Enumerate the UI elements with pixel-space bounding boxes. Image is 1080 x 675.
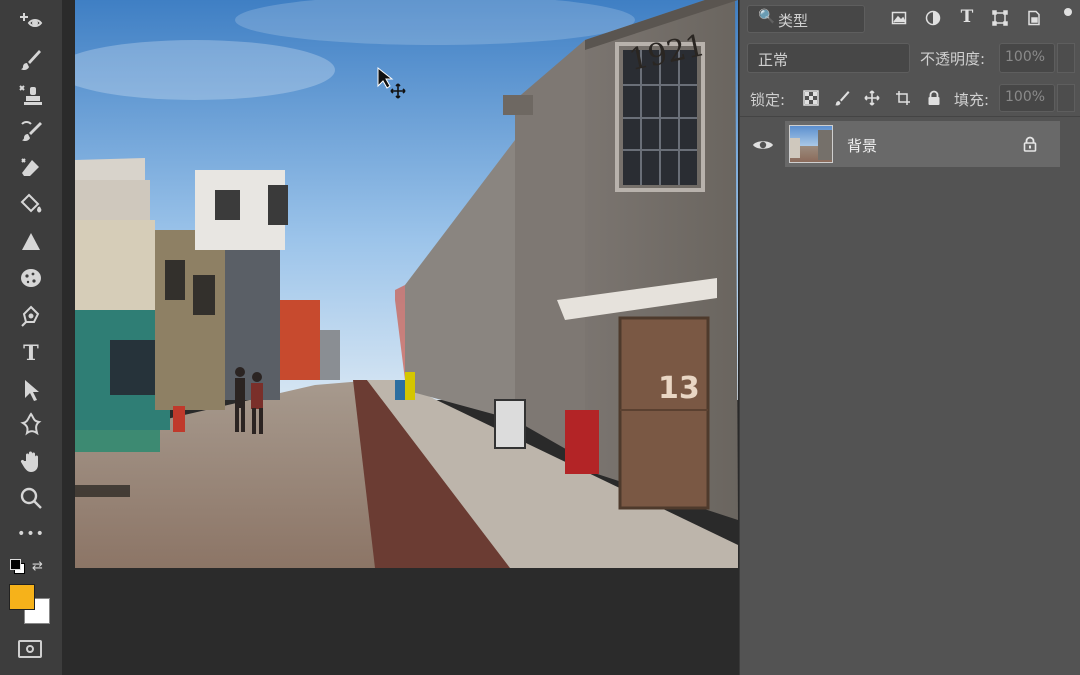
layers-panel: 🔍 类型 T 正常 不透明度: 100% 锁定: 填充: 100% 背景: [739, 0, 1080, 675]
lock-position-icon[interactable]: [863, 89, 881, 107]
more-tools-icon[interactable]: •••: [14, 520, 48, 548]
opacity-dropdown-button[interactable]: [1057, 43, 1075, 73]
opacity-label: 不透明度:: [920, 50, 986, 68]
path-selection-tool-icon[interactable]: [14, 376, 48, 404]
swap-colors-icon[interactable]: ⇄: [32, 559, 43, 574]
opacity-value: 100%: [1005, 49, 1046, 65]
lock-transparent-pixels-icon[interactable]: [802, 89, 820, 107]
type-layer-filter-icon[interactable]: T: [957, 7, 977, 27]
lock-label: 锁定:: [750, 91, 786, 109]
zoom-tool-icon[interactable]: [14, 484, 48, 512]
canvas-pasteboard: [62, 568, 739, 675]
layer-filter-select[interactable]: 🔍 类型: [747, 5, 865, 33]
fill-dropdown-button[interactable]: [1057, 84, 1075, 112]
pixel-layer-filter-icon[interactable]: [889, 8, 909, 28]
fill-value: 100%: [1005, 89, 1046, 105]
blend-mode-select[interactable]: 正常: [747, 43, 910, 73]
layer-visibility-eye-icon[interactable]: [752, 135, 774, 155]
blend-mode-value: 正常: [758, 51, 789, 69]
fill-label: 填充:: [954, 91, 990, 109]
paint-bucket-tool-icon[interactable]: [14, 190, 48, 218]
sponge-tool-icon[interactable]: [14, 264, 48, 292]
pen-tool-icon[interactable]: [14, 302, 48, 330]
brush-tool-icon[interactable]: [14, 46, 48, 74]
filter-toggle-icon[interactable]: [1064, 8, 1072, 16]
opacity-input[interactable]: 100%: [999, 43, 1055, 73]
tools-panel: T ••• ⇄: [0, 0, 63, 675]
type-tool-icon[interactable]: T: [14, 338, 48, 366]
default-colors-icon[interactable]: [10, 559, 25, 574]
move-tool-icon[interactable]: [14, 8, 48, 36]
lock-all-icon[interactable]: [925, 89, 943, 107]
search-icon: 🔍: [758, 9, 776, 25]
door-number: 13: [658, 371, 700, 406]
layer-name: 背景: [847, 137, 878, 155]
custom-shape-tool-icon[interactable]: [14, 410, 48, 438]
history-brush-tool-icon[interactable]: [14, 118, 48, 146]
smart-object-filter-icon[interactable]: [1024, 8, 1044, 28]
clone-stamp-tool-icon[interactable]: [14, 82, 48, 110]
layer-thumbnail: [789, 125, 833, 163]
lock-artboard-icon[interactable]: [894, 89, 912, 107]
lock-image-pixels-icon[interactable]: [833, 89, 851, 107]
panel-divider: [740, 116, 1080, 117]
adjustment-layer-filter-icon[interactable]: [923, 8, 943, 28]
layer-lock-icon: [1021, 135, 1039, 153]
shape-layer-filter-icon[interactable]: [990, 8, 1010, 28]
fill-input[interactable]: 100%: [999, 84, 1055, 112]
sharpen-tool-icon[interactable]: [14, 228, 48, 256]
street-photo: 1921 13: [75, 0, 738, 568]
eraser-tool-icon[interactable]: [14, 154, 48, 182]
layer-row-background[interactable]: 背景: [785, 121, 1060, 167]
document-canvas[interactable]: 1921 13: [75, 0, 738, 568]
quick-mask-icon[interactable]: [18, 640, 42, 658]
layer-filter-value: 类型: [778, 12, 809, 30]
hand-tool-icon[interactable]: [14, 448, 48, 476]
foreground-color-swatch[interactable]: [9, 584, 35, 610]
